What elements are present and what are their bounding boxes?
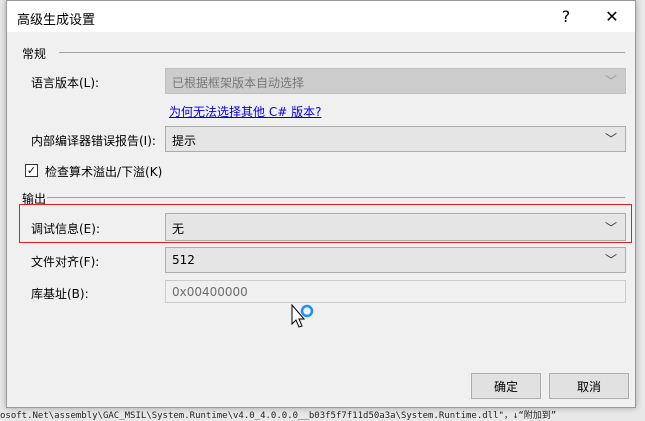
- dialog-title: 高级生成设置: [17, 13, 96, 28]
- language-version-value: 已根据框架版本自动选择: [172, 76, 305, 90]
- title-bar: 高级生成设置 ? ✕: [7, 1, 635, 32]
- file-alignment-label: 文件对齐(F):: [31, 255, 100, 269]
- chevron-down-icon: ﹀: [604, 221, 617, 235]
- close-button[interactable]: ✕: [589, 1, 635, 32]
- cancel-button[interactable]: 取消: [549, 373, 629, 399]
- language-version-select: 已根据框架版本自动选择 ﹀: [165, 68, 626, 94]
- chevron-down-icon: ﹀: [604, 74, 617, 88]
- divider: [59, 52, 625, 53]
- help-button[interactable]: ?: [543, 1, 589, 32]
- file-alignment-value: 512: [172, 253, 195, 267]
- overflow-checkbox[interactable]: ✓: [25, 164, 38, 177]
- language-version-label: 语言版本(L):: [31, 76, 100, 90]
- debug-info-value: 无: [172, 222, 185, 236]
- divider: [47, 197, 625, 198]
- ok-button[interactable]: 确定: [471, 373, 541, 399]
- compiler-error-report-label: 内部编译器错误报告(I):: [31, 134, 156, 148]
- compiler-error-report-select[interactable]: 提示 ﹀: [165, 126, 626, 152]
- debug-info-select[interactable]: 无 ﹀: [165, 213, 626, 241]
- csharp-version-help-link[interactable]: 为何无法选择其他 C# 版本?: [169, 103, 321, 120]
- overflow-checkbox-label[interactable]: 检查算术溢出/下溢(K): [45, 163, 162, 180]
- chevron-down-icon: ﹀: [604, 253, 617, 267]
- background-output-text: osoft.Net\assembly\GAC_MSIL\System.Runti…: [0, 411, 557, 421]
- file-alignment-select[interactable]: 512 ﹀: [165, 247, 626, 273]
- general-group-header: 常规: [22, 47, 47, 61]
- base-address-label: 库基址(B):: [31, 287, 89, 301]
- advanced-build-settings-dialog: 高级生成设置 ? ✕ 常规 语言版本(L): 已根据框架版本自动选择 ﹀ 为何无…: [6, 0, 636, 408]
- compiler-error-report-value: 提示: [172, 134, 197, 148]
- chevron-down-icon: ﹀: [604, 132, 617, 146]
- base-address-input[interactable]: 0x00400000: [165, 280, 626, 303]
- debug-info-label: 调试信息(E):: [31, 222, 100, 236]
- busy-cursor-icon: [291, 303, 321, 337]
